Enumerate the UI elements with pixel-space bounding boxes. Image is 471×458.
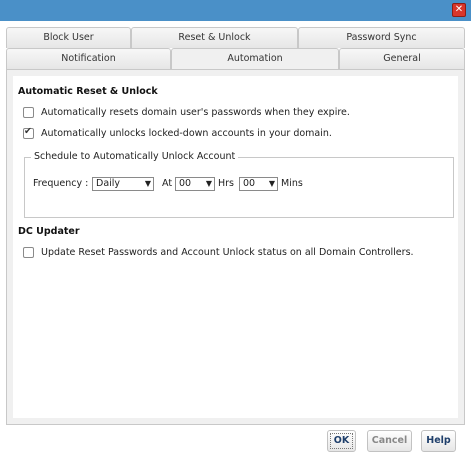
chevron-down-icon: ▼ (144, 179, 151, 188)
hours-value: 00 (179, 178, 192, 189)
tab-reset-unlock[interactable]: Reset & Unlock (131, 27, 298, 48)
dc-update-row: Update Reset Passwords and Account Unloc… (23, 247, 414, 258)
ok-button[interactable]: OK (327, 430, 356, 452)
chevron-down-icon: ▼ (205, 179, 212, 188)
auto-unlock-label: Automatically unlocks locked-down accoun… (41, 128, 332, 139)
dc-updater-heading: DC Updater (18, 226, 80, 237)
chevron-down-icon: ▼ (268, 179, 275, 188)
reset-expired-row: Automatically resets domain user's passw… (23, 107, 350, 118)
automatic-reset-unlock-heading: Automatic Reset & Unlock (18, 86, 158, 97)
auto-unlock-checkbox[interactable] (23, 126, 34, 139)
mins-label: Mins (281, 178, 303, 189)
tab-panel: Automatic Reset & Unlock Automatically r… (6, 69, 465, 425)
schedule-legend: Schedule to Automatically Unlock Account (31, 151, 239, 162)
cancel-button[interactable]: Cancel (367, 430, 412, 452)
tab-bar: Block User Reset & Unlock Password Sync … (6, 27, 465, 69)
minutes-value: 00 (243, 178, 256, 189)
dc-update-checkbox[interactable] (23, 247, 34, 258)
help-button[interactable]: Help (421, 430, 456, 452)
at-label: At (162, 178, 173, 189)
reset-expired-label: Automatically resets domain user's passw… (41, 107, 350, 118)
dc-update-label: Update Reset Passwords and Account Unloc… (41, 247, 414, 258)
reset-expired-checkbox[interactable] (23, 107, 34, 118)
frequency-label: Frequency : (33, 178, 89, 189)
tab-password-sync[interactable]: Password Sync (298, 27, 465, 48)
tab-block-user[interactable]: Block User (6, 27, 131, 48)
minutes-select[interactable]: 00 ▼ (239, 177, 278, 191)
auto-unlock-row: Automatically unlocks locked-down accoun… (23, 126, 332, 139)
frequency-select[interactable]: Daily ▼ (92, 177, 154, 191)
tab-notification[interactable]: Notification (6, 48, 171, 69)
hrs-label: Hrs (218, 178, 234, 189)
automation-content: Automatic Reset & Unlock Automatically r… (13, 76, 458, 418)
frequency-value: Daily (96, 178, 121, 189)
hours-select[interactable]: 00 ▼ (175, 177, 215, 191)
tab-automation[interactable]: Automation (171, 48, 339, 69)
title-bar: ✕ (0, 0, 471, 21)
close-icon[interactable]: ✕ (452, 3, 466, 17)
tab-general[interactable]: General (339, 48, 465, 69)
focus-ring (330, 433, 353, 449)
schedule-fieldset: Schedule to Automatically Unlock Account… (24, 151, 454, 218)
